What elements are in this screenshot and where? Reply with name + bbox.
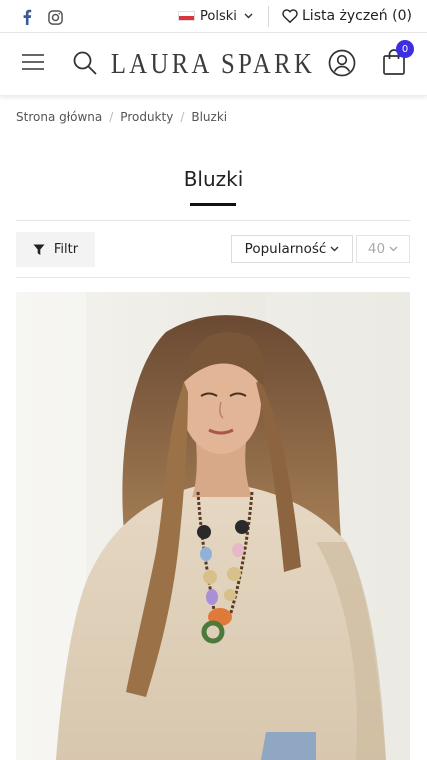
breadcrumb-home[interactable]: Strona główna: [16, 110, 102, 124]
breadcrumb-separator: /: [109, 110, 114, 124]
divider: [268, 6, 269, 27]
filter-button[interactable]: Filtr: [16, 232, 95, 267]
divider: [16, 277, 410, 278]
main-header: LAURA SPARK 0: [0, 34, 427, 96]
breadcrumb-current: Bluzki: [191, 110, 228, 124]
language-selector[interactable]: Polski: [178, 7, 253, 25]
product-image[interactable]: [16, 292, 410, 760]
heart-icon: [282, 9, 298, 23]
chevron-down-icon: [330, 246, 339, 252]
top-bar: Polski Lista życzeń (0): [0, 0, 427, 33]
cart-count-badge: 0: [396, 40, 414, 58]
per-page-value: 40: [367, 241, 386, 257]
language-label: Polski: [200, 8, 237, 24]
divider: [16, 220, 410, 221]
title-underline: [190, 203, 236, 206]
sort-value: Popularność: [244, 241, 327, 257]
per-page-select[interactable]: 40: [356, 235, 410, 263]
menu-icon[interactable]: [20, 51, 46, 73]
chevron-down-icon: [389, 246, 398, 252]
filter-label: Filtr: [53, 242, 79, 257]
breadcrumb-products[interactable]: Produkty: [120, 110, 173, 124]
page-title: Bluzki: [183, 167, 244, 191]
breadcrumb-separator: /: [180, 110, 185, 124]
search-icon[interactable]: [71, 49, 99, 77]
wishlist-link[interactable]: Lista życzeń (0): [282, 6, 412, 26]
facebook-icon[interactable]: [18, 8, 36, 26]
user-icon[interactable]: [327, 48, 357, 78]
filter-icon: [33, 244, 45, 255]
breadcrumb: Strona główna / Produkty / Bluzki: [16, 110, 227, 124]
wishlist-label: Lista życzeń (0): [302, 8, 412, 24]
chevron-down-icon: [244, 13, 253, 19]
instagram-icon[interactable]: [46, 8, 64, 26]
product-photo: [16, 292, 410, 760]
sort-select[interactable]: Popularność: [231, 235, 353, 263]
poland-flag-icon: [178, 11, 195, 21]
logo[interactable]: LAURA SPARK: [111, 47, 312, 81]
